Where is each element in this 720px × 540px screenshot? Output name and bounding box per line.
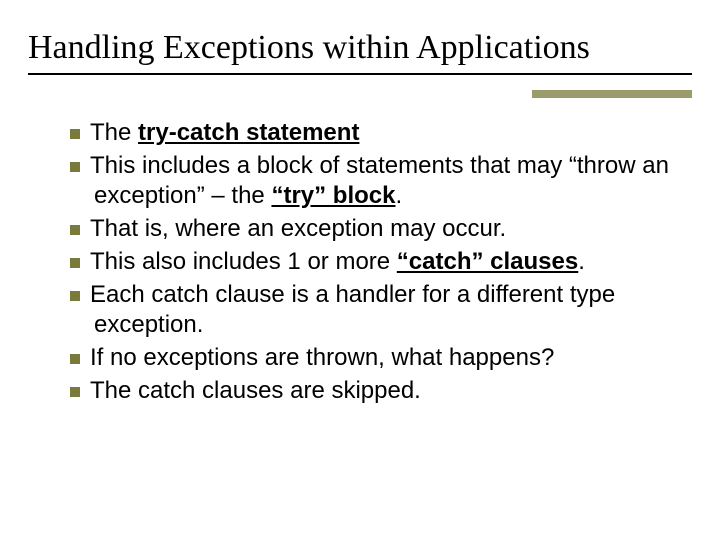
title-underline <box>28 73 692 75</box>
bullet-icon <box>70 387 80 397</box>
bullet-icon <box>70 354 80 364</box>
body-line: Each catch clause is a handler for a dif… <box>70 280 670 341</box>
body-line: The try-catch statement <box>70 118 670 149</box>
bullet-icon <box>70 291 80 301</box>
bullet-icon <box>70 129 80 139</box>
accent-bar-bottom <box>532 94 692 98</box>
body-line: This includes a block of statements that… <box>70 151 670 212</box>
body-text: The try-catch statement This includes a … <box>70 118 670 408</box>
bullet-icon <box>70 225 80 235</box>
body-line: The catch clauses are skipped. <box>70 376 670 407</box>
title-block: Handling Exceptions within Applications <box>28 28 692 75</box>
slide-title: Handling Exceptions within Applications <box>28 28 692 67</box>
body-line: That is, where an exception may occur. <box>70 214 670 245</box>
body-line: This also includes 1 or more “catch” cla… <box>70 247 670 278</box>
bullet-icon <box>70 258 80 268</box>
bullet-icon <box>70 162 80 172</box>
body-line: If no exceptions are thrown, what happen… <box>70 343 670 374</box>
slide: Handling Exceptions within Applications … <box>0 0 720 540</box>
